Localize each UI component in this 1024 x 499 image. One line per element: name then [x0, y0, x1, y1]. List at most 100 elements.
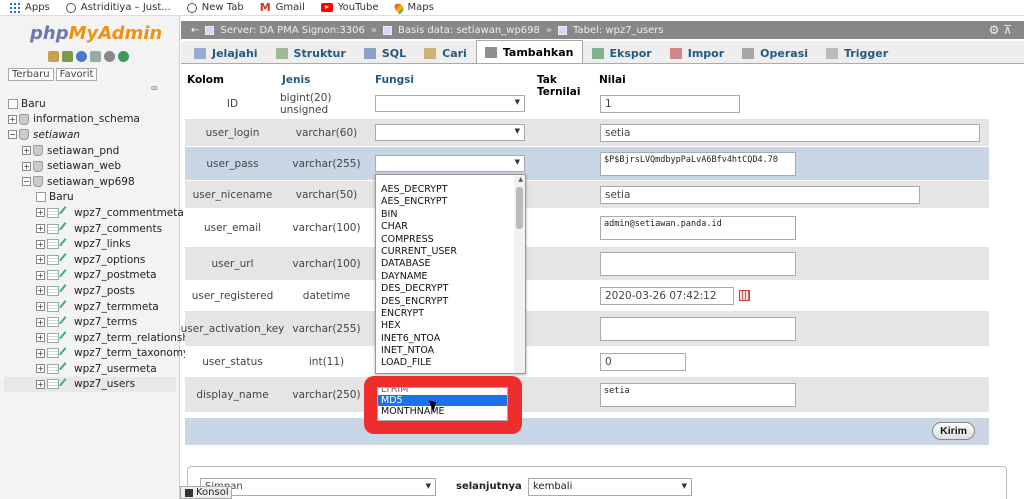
- tree-item[interactable]: + setiawan_web: [4, 158, 176, 174]
- tab-cari[interactable]: Cari: [415, 42, 476, 63]
- expand-icon[interactable]: +: [36, 255, 45, 265]
- tree-item[interactable]: + wpz7_posts: [4, 283, 176, 299]
- value-input[interactable]: setia: [600, 382, 796, 407]
- help-icon[interactable]: [76, 51, 87, 62]
- tree-item[interactable]: − setiawan_wp698: [4, 174, 176, 190]
- function-dropdown-list[interactable]: AES_DECRYPT AES_ENCRYPT BIN CHAR COMPRESS CUR…: [375, 174, 526, 374]
- function-option[interactable]: CHAR: [376, 221, 514, 233]
- function-select[interactable]: [375, 124, 525, 141]
- tab-favorites[interactable]: Favorit: [55, 68, 98, 81]
- bookmark-0[interactable]: Apps: [10, 2, 50, 13]
- tab-recent[interactable]: Terbaru: [8, 68, 54, 81]
- structure-icon[interactable]: [59, 253, 72, 267]
- value-input[interactable]: [600, 316, 796, 341]
- tab-impor[interactable]: Impor: [661, 42, 733, 63]
- expand-icon[interactable]: +: [36, 208, 45, 218]
- expand-icon[interactable]: +: [36, 379, 45, 389]
- option-ltrim[interactable]: LTRIM: [378, 388, 507, 395]
- bookmark-5[interactable]: Maps: [392, 1, 434, 14]
- structure-icon[interactable]: [59, 362, 72, 376]
- expand-icon[interactable]: +: [8, 114, 17, 124]
- expand-icon[interactable]: +: [36, 348, 45, 358]
- tree-item[interactable]: + setiawan_pnd: [4, 143, 176, 159]
- tab-tambahkan[interactable]: Tambahkan: [475, 40, 583, 63]
- structure-icon[interactable]: [59, 346, 72, 360]
- expand-icon[interactable]: +: [22, 146, 31, 156]
- function-option[interactable]: LOAD_FILE: [376, 357, 514, 369]
- collapse-icon[interactable]: −: [8, 130, 17, 140]
- structure-icon[interactable]: [59, 300, 72, 313]
- function-option[interactable]: BIN: [376, 209, 514, 221]
- expand-icon[interactable]: +: [36, 333, 45, 343]
- tab-operasi[interactable]: Operasi: [733, 42, 817, 63]
- function-option[interactable]: INET6_NTOA: [376, 333, 514, 345]
- function-option[interactable]: DAYNAME: [376, 271, 514, 283]
- tree-item[interactable]: Baru: [4, 96, 176, 112]
- value-input[interactable]: $P$BjrsLVQmdbypPaLvA6Bfv4htCQD4.70: [600, 151, 796, 176]
- action-select[interactable]: Simpan: [200, 478, 436, 496]
- function-option[interactable]: AES_ENCRYPT: [376, 196, 514, 208]
- breadcrumb-database[interactable]: Basis data: setiawan_wp698: [398, 25, 540, 36]
- function-select[interactable]: [375, 95, 525, 112]
- function-select[interactable]: [375, 155, 525, 172]
- gear-icon[interactable]: [104, 51, 115, 62]
- tree-item[interactable]: + wpz7_postmeta: [4, 268, 176, 284]
- tree-item[interactable]: + wpz7_term_relationships: [4, 330, 204, 346]
- tree-item[interactable]: + information_schema: [4, 112, 176, 128]
- function-option[interactable]: HEX: [376, 320, 514, 332]
- value-input[interactable]: admin@setiawan.panda.id: [600, 215, 796, 240]
- tree-item[interactable]: + wpz7_options: [4, 252, 176, 268]
- expand-icon[interactable]: +: [36, 239, 45, 249]
- submit-button[interactable]: Kirim: [932, 422, 975, 440]
- expand-icon[interactable]: +: [36, 317, 45, 327]
- tree-item[interactable]: + wpz7_usermeta: [4, 361, 176, 377]
- calendar-icon[interactable]: [739, 290, 750, 301]
- tab-trigger[interactable]: Trigger: [817, 42, 897, 63]
- function-option[interactable]: DES_DECRYPT: [376, 283, 514, 295]
- bookmark-4[interactable]: YouTube: [320, 2, 379, 13]
- structure-icon[interactable]: [59, 315, 72, 329]
- value-input[interactable]: setia: [600, 185, 920, 204]
- structure-icon[interactable]: [59, 237, 72, 251]
- expand-icon[interactable]: +: [36, 286, 45, 296]
- value-input[interactable]: setia: [600, 123, 980, 142]
- console-toggle[interactable]: Konsol: [180, 486, 232, 499]
- bookmark-2[interactable]: New Tab: [186, 2, 244, 13]
- tab-sql[interactable]: SQL: [355, 42, 415, 63]
- tab-jelajahi[interactable]: Jelajahi: [185, 42, 267, 63]
- collapse-arrow-icon[interactable]: ←: [191, 25, 199, 36]
- tree-item[interactable]: + wpz7_terms: [4, 314, 176, 330]
- expand-icon[interactable]: +: [36, 270, 45, 280]
- structure-icon[interactable]: [59, 331, 72, 345]
- expand-icon[interactable]: +: [36, 364, 45, 374]
- function-option[interactable]: AES_DECRYPT: [376, 184, 514, 196]
- reload-icon[interactable]: [118, 51, 129, 62]
- tab-struktur[interactable]: Struktur: [267, 42, 355, 63]
- function-option[interactable]: DATABASE: [376, 258, 514, 270]
- structure-icon[interactable]: [59, 378, 72, 391]
- bookmark-3[interactable]: M Gmail: [260, 1, 305, 14]
- tree-item[interactable]: Baru: [4, 190, 176, 206]
- option-monthname[interactable]: MONTHNAME: [378, 406, 507, 417]
- value-input[interactable]: 2020-03-26 07:42:12: [600, 286, 734, 305]
- dropdown-scrollbar[interactable]: ▲: [514, 175, 525, 373]
- value-input[interactable]: [600, 251, 796, 276]
- bookmark-1[interactable]: Astriditiya – Just...: [65, 2, 171, 13]
- scrollbar-thumb[interactable]: [516, 187, 523, 229]
- function-option[interactable]: COMPRESS: [376, 234, 514, 246]
- docs-icon[interactable]: [90, 51, 101, 62]
- structure-icon[interactable]: [59, 284, 72, 298]
- structure-icon[interactable]: [59, 268, 72, 282]
- structure-icon[interactable]: [59, 222, 72, 235]
- function-option[interactable]: CURRENT_USER: [376, 246, 514, 258]
- expand-icon[interactable]: +: [22, 161, 31, 171]
- option-md5[interactable]: MD5: [378, 395, 507, 406]
- structure-icon[interactable]: [59, 206, 72, 220]
- tree-item[interactable]: + wpz7_comments: [4, 221, 176, 237]
- tree-item[interactable]: + wpz7_term_taxonomy: [4, 346, 189, 362]
- tree-item[interactable]: + wpz7_users: [4, 376, 176, 393]
- breadcrumb-table[interactable]: Tabel: wpz7_users: [573, 25, 664, 36]
- function-option[interactable]: INET_NTOA: [376, 345, 514, 357]
- function-option[interactable]: DES_ENCRYPT: [376, 296, 514, 308]
- settings-gear-icon[interactable]: ⚙ ⊼: [989, 23, 1012, 37]
